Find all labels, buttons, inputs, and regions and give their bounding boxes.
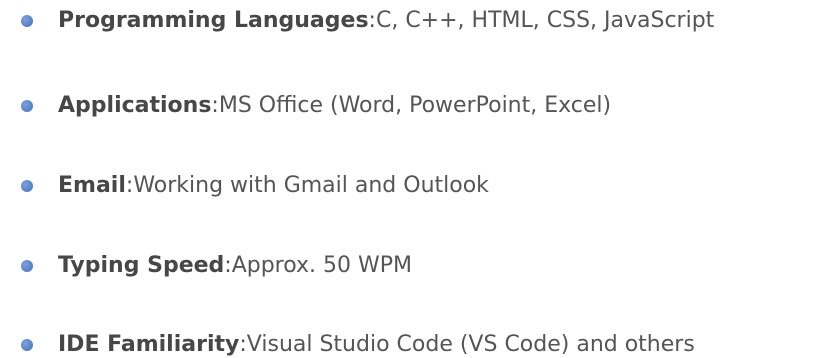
bullet-icon: [21, 100, 33, 112]
skill-separator: :: [239, 332, 247, 357]
skill-label: Applications: [58, 93, 212, 118]
bullet-icon: [21, 180, 33, 192]
skill-separator: :: [211, 93, 219, 118]
skill-value: Approx. 50 WPM: [231, 253, 413, 278]
list-item: Email: Working with Gmail and Outlook: [0, 168, 489, 204]
skill-separator: :: [125, 173, 134, 198]
bullet-icon: [21, 260, 33, 272]
bullet-icon: [21, 339, 33, 351]
skill-value: Visual Studio Code (VS Code) and others: [246, 332, 695, 357]
skill-value: MS Office (Word, PowerPoint, Excel): [218, 93, 612, 118]
skill-separator: :: [224, 253, 232, 278]
skills-list: Programming Languages: C, C++, HTML, CSS…: [0, 0, 837, 358]
list-item: Typing Speed: Approx. 50 WPM: [0, 248, 412, 284]
list-item: Applications: MS Office (Word, PowerPoin…: [0, 88, 611, 124]
skill-separator: :: [368, 8, 376, 33]
skill-label: Email: [58, 173, 126, 198]
skill-label: IDE Familiarity: [58, 332, 240, 357]
skill-value: Working with Gmail and Outlook: [133, 173, 489, 198]
list-item: IDE Familiarity: Visual Studio Code (VS …: [0, 327, 695, 358]
list-item: Programming Languages: C, C++, HTML, CSS…: [0, 3, 714, 39]
bullet-icon: [21, 15, 33, 27]
skill-value: C, C++, HTML, CSS, JavaScript: [375, 8, 715, 33]
skill-label: Typing Speed: [58, 253, 225, 278]
skill-label: Programming Languages: [58, 8, 369, 33]
